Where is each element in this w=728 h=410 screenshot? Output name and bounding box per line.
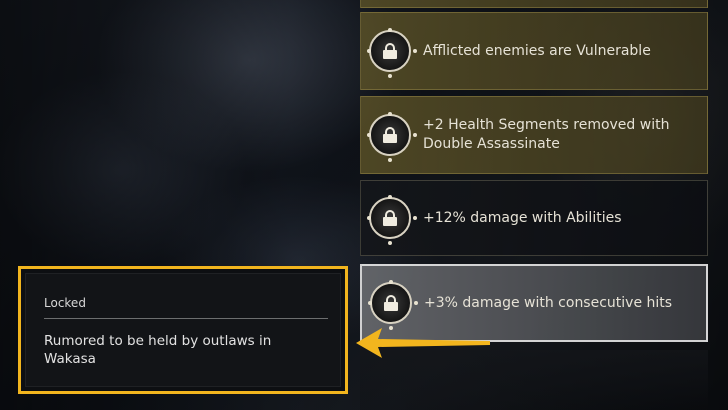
skill-card-partial[interactable]	[360, 0, 708, 8]
lock-icon	[367, 195, 411, 239]
lock-icon	[368, 280, 412, 324]
skill-card[interactable]: +12% damage with Abilities	[360, 180, 708, 256]
skill-label: +12% damage with Abilities	[423, 209, 622, 226]
skill-card[interactable]: +2 Health Segments removed with Double A…	[360, 96, 708, 174]
skill-label: +2 Health Segments removed with Double A…	[423, 117, 670, 152]
info-panel-inner: Locked Rumored to be held by outlaws in …	[25, 273, 341, 387]
skill-label: Afflicted enemies are Vulnerable	[423, 42, 651, 59]
lock-status-label: Locked	[44, 296, 86, 310]
lock-icon	[367, 112, 411, 156]
skill-card[interactable]: Afflicted enemies are Vulnerable	[360, 12, 708, 90]
pointer-arrow-icon	[356, 328, 490, 358]
unlock-description: Rumored to be held by outlaws in Wakasa	[44, 333, 272, 367]
lock-icon	[367, 28, 411, 72]
skill-label: +3% damage with consecutive hits	[424, 294, 673, 311]
skill-info-panel: Locked Rumored to be held by outlaws in …	[18, 266, 348, 394]
divider	[44, 318, 328, 319]
